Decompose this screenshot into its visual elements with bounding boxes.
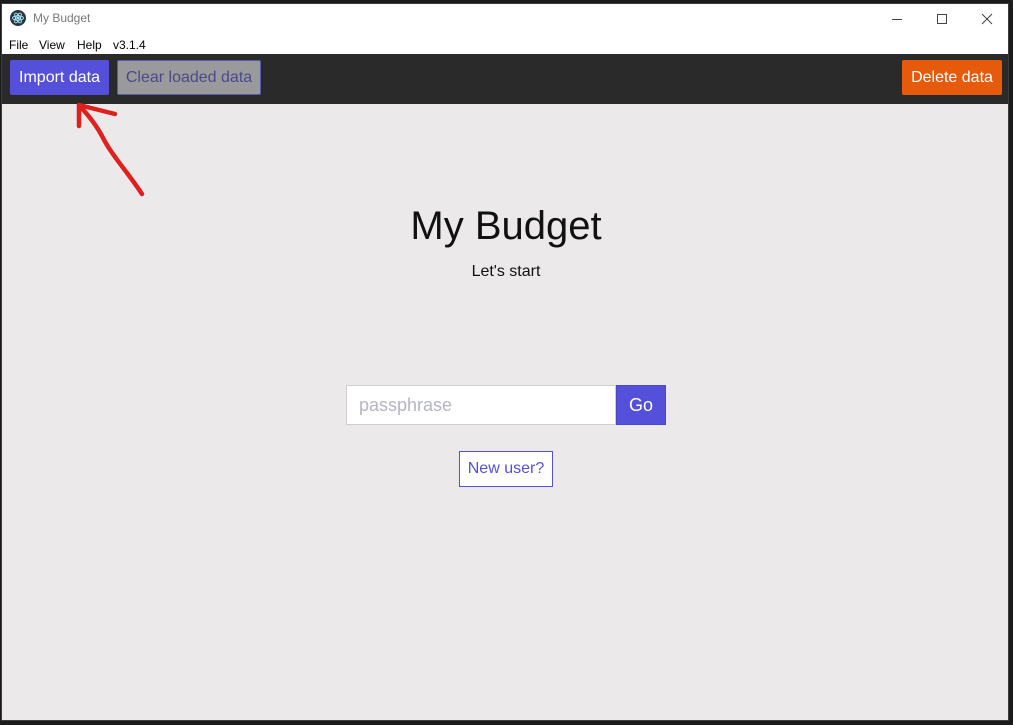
new-user-button[interactable]: New user? [459, 451, 553, 487]
maximize-button[interactable] [919, 4, 965, 34]
page-subtitle: Let's start [471, 263, 541, 280]
delete-data-button[interactable]: Delete data [902, 60, 1002, 95]
menu-file[interactable]: File [9, 38, 28, 52]
red-arrow-annotation [76, 102, 145, 197]
close-button[interactable] [964, 4, 1008, 34]
app-window: My Budget File View Help v3.1.4 Import d… [1, 3, 1009, 721]
title-bar[interactable]: My Budget [2, 4, 1008, 34]
maximize-icon [937, 14, 947, 24]
app-version: v3.1.4 [113, 38, 146, 52]
import-data-button[interactable]: Import data [10, 60, 109, 95]
page-title: My Budget [410, 204, 602, 248]
clear-loaded-data-button[interactable]: Clear loaded data [117, 60, 261, 95]
menu-help[interactable]: Help [77, 38, 102, 52]
app-icon [10, 10, 26, 26]
toolbar: Import data Clear loaded data Delete dat… [2, 54, 1008, 104]
minimize-icon [892, 19, 902, 20]
close-icon [981, 13, 993, 25]
menu-view[interactable]: View [39, 38, 65, 52]
menu-bar: File View Help v3.1.4 [2, 34, 1008, 54]
window-title: My Budget [33, 11, 91, 25]
passphrase-input[interactable] [346, 385, 616, 425]
go-button[interactable]: Go [616, 385, 666, 425]
minimize-button[interactable] [874, 4, 920, 34]
